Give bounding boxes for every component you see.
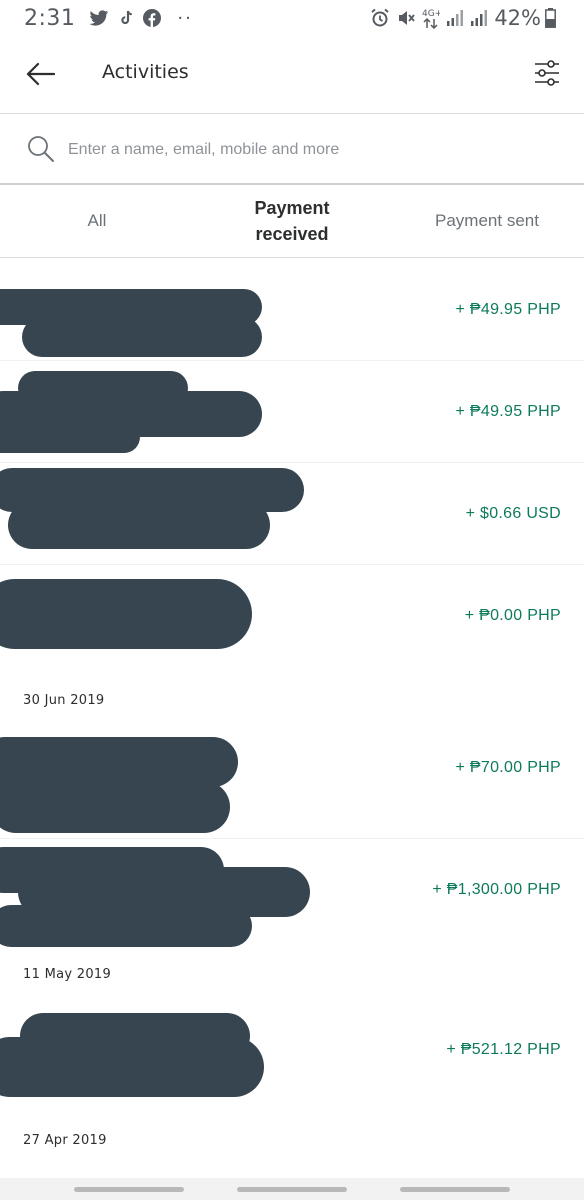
activity-tabs: All Payment received Payment sent <box>0 185 584 258</box>
status-bar: 2:31 ·· 4G+ 42% <box>0 0 584 36</box>
signal-icon-2 <box>470 9 488 27</box>
filter-sliders-icon <box>535 60 559 86</box>
tab-payment-sent[interactable]: Payment sent <box>390 185 584 257</box>
redacted-detail <box>0 781 230 833</box>
nav-home-button[interactable] <box>237 1186 347 1192</box>
transaction-row[interactable]: + ₱0.00 PHP <box>0 565 584 667</box>
alarm-icon <box>370 8 390 28</box>
transaction-amount: + ₱0.00 PHP <box>464 607 561 624</box>
tab-payment-received[interactable]: Payment received <box>194 185 390 257</box>
transaction-amount: + ₱521.12 PHP <box>446 1041 561 1058</box>
battery-percentage: 42% <box>494 6 541 30</box>
nav-back-button[interactable] <box>400 1186 510 1192</box>
search-bar <box>0 115 584 185</box>
transaction-amount: + $0.66 USD <box>465 505 561 522</box>
search-icon <box>27 135 55 167</box>
twitter-icon <box>89 9 109 27</box>
status-time: 2:31 <box>24 5 76 31</box>
filter-button[interactable] <box>532 56 562 90</box>
network-4g-icon: 4G+ <box>422 7 440 29</box>
transaction-amount: + ₱70.00 PHP <box>455 759 561 776</box>
redacted-detail <box>22 317 262 357</box>
transaction-row[interactable]: + ₱49.95 PHP <box>0 259 584 361</box>
page-title: Activities <box>102 61 189 83</box>
battery-icon <box>545 8 556 28</box>
transaction-list: + ₱49.95 PHP + ₱49.95 PHP + $0.66 USD + … <box>0 259 584 1183</box>
tab-all[interactable]: All <box>0 185 194 257</box>
date-header: 27 Apr 2019 <box>23 1133 107 1148</box>
transaction-row[interactable]: + $0.66 USD <box>0 463 584 565</box>
tiktok-icon <box>119 10 133 26</box>
nav-recent-button[interactable] <box>74 1186 184 1192</box>
transaction-row[interactable]: + ₱49.95 PHP <box>0 361 584 463</box>
date-header: 30 Jun 2019 <box>23 693 105 708</box>
redacted-detail <box>8 501 270 549</box>
network-type-label: 4G+ <box>422 9 440 19</box>
transaction-amount: + ₱49.95 PHP <box>455 301 561 318</box>
transaction-amount: + ₱49.95 PHP <box>455 403 561 420</box>
signal-icon <box>446 9 464 27</box>
app-header: Activities <box>0 36 584 114</box>
more-notifications: ·· <box>177 7 193 29</box>
transaction-amount: + ₱1,300.00 PHP <box>432 881 561 898</box>
status-left: 2:31 ·· <box>24 6 193 31</box>
date-header: 11 May 2019 <box>23 967 112 982</box>
back-button[interactable] <box>22 58 58 90</box>
transaction-row[interactable]: + ₱521.12 PHP <box>0 1011 584 1113</box>
redacted-name <box>0 579 252 649</box>
system-nav-bar <box>0 1178 584 1200</box>
redacted-detail <box>0 905 252 947</box>
status-right: 4G+ 42% <box>370 6 562 30</box>
mute-icon <box>396 8 416 28</box>
search-input[interactable] <box>66 135 546 165</box>
redacted-detail <box>0 421 140 453</box>
facebook-icon <box>143 9 162 27</box>
redacted-name <box>0 737 238 787</box>
redacted-detail <box>0 1037 264 1097</box>
transaction-row[interactable]: + ₱1,300.00 PHP <box>0 839 584 947</box>
back-arrow-icon <box>26 62 55 86</box>
tab-payment-received-label: Payment received <box>254 198 330 244</box>
transaction-row[interactable]: + ₱70.00 PHP <box>0 737 584 839</box>
